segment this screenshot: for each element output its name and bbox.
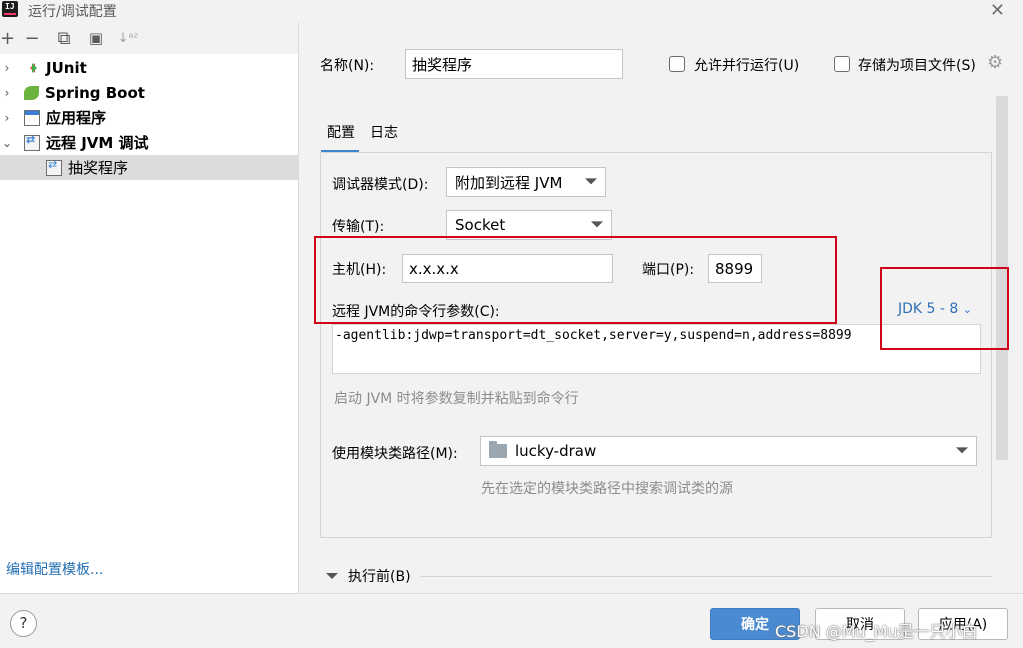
chevron-right-icon[interactable]: › (0, 111, 14, 125)
tab-logs[interactable]: 日志 (370, 122, 398, 142)
remove-icon[interactable]: − (16, 24, 48, 52)
module-classpath-select[interactable]: lucky-draw (480, 436, 977, 466)
application-icon (24, 109, 40, 126)
junit-icon (24, 60, 40, 76)
dialog-footer: ? 确定 取消 应用(A) CSDN @Mu_Mu是一只小白 (0, 593, 1023, 648)
debugger-mode-value: 附加到远程 JVM (455, 173, 563, 192)
chevron-down-icon (585, 178, 597, 190)
allow-parallel-label: 允许并行运行(U) (694, 58, 800, 74)
allow-parallel-checkbox[interactable] (669, 56, 685, 72)
config-editor: 名称(N): 抽奖程序 允许并行运行(U) 存储为项目文件(S) ⚙ 配置 日志… (300, 22, 1023, 593)
remote-debug-icon (24, 133, 40, 151)
module-classpath-value: lucky-draw (515, 442, 597, 460)
divider (420, 576, 992, 577)
tree-item-spring-boot[interactable]: › Spring Boot (0, 80, 298, 105)
chevron-right-icon[interactable]: › (0, 86, 14, 100)
tree-item-junit[interactable]: › JUnit (0, 55, 298, 80)
module-folder-icon (489, 441, 507, 458)
name-input[interactable]: 抽奖程序 (405, 49, 623, 79)
debugger-mode-label: 调试器模式(D): (332, 177, 429, 193)
chevron-right-icon[interactable]: › (0, 61, 14, 75)
store-as-project-file-label: 存储为项目文件(S) (858, 58, 976, 74)
highlight-box-host-port (314, 236, 837, 324)
before-launch-label: 执行前(B) (348, 569, 411, 585)
watermark: CSDN @Mu_Mu是一只小白 (775, 622, 978, 641)
before-launch-section[interactable]: 执行前(B) (326, 566, 411, 586)
transport-label: 传输(T): (332, 219, 385, 235)
transport-value: Socket (455, 216, 506, 234)
module-classpath-hint: 先在选定的模块类路径中搜索调试类的源 (481, 481, 733, 497)
add-icon[interactable]: + (0, 24, 16, 52)
window-title: 运行/调试配置 (28, 4, 117, 20)
debugger-mode-select[interactable]: 附加到远程 JVM (446, 167, 606, 197)
store-as-project-file-checkbox[interactable] (834, 56, 850, 72)
sort-icon[interactable]: ↓ᵃᶻ (112, 24, 144, 52)
tree-item-lottery-program[interactable]: 抽奖程序 (0, 155, 298, 180)
tree-item-application[interactable]: › 应用程序 (0, 105, 298, 130)
module-classpath-label: 使用模块类路径(M): (332, 446, 458, 462)
close-icon[interactable]: ✕ (990, 0, 1005, 21)
tree-item-label: 抽奖程序 (68, 159, 129, 177)
intellij-logo-icon: IJ (2, 1, 18, 17)
tab-configuration[interactable]: 配置 (321, 122, 359, 153)
chevron-down-icon (956, 447, 968, 459)
remote-debug-icon (46, 158, 62, 176)
chevron-down-icon[interactable]: ⌄ (0, 136, 14, 150)
tree-item-label: JUnit (46, 58, 87, 77)
sidebar-toolbar: + − ⧉ ▣ ↓ᵃᶻ (0, 22, 298, 54)
tree-item-label: 应用程序 (46, 109, 107, 127)
tree-item-label: 远程 JVM 调试 (46, 134, 149, 152)
folder-add-icon[interactable]: ▣ (80, 24, 112, 52)
highlight-box-jdk (880, 267, 1009, 350)
chevron-down-icon (591, 221, 603, 233)
gear-icon[interactable]: ⚙ (987, 52, 1003, 73)
tree-item-label: Spring Boot (45, 83, 145, 102)
title-bar: IJ 运行/调试配置 ✕ (0, 0, 1023, 22)
chevron-down-icon (326, 573, 338, 585)
copy-icon[interactable]: ⧉ (48, 24, 80, 52)
help-button[interactable]: ? (10, 610, 37, 637)
spring-boot-icon (24, 85, 39, 100)
edit-templates-link[interactable]: 编辑配置模板... (6, 559, 103, 579)
config-sidebar: + − ⧉ ▣ ↓ᵃᶻ › JUnit › Spring Boot › 应用程序… (0, 22, 299, 593)
tree-item-remote-jvm-debug[interactable]: ⌄ 远程 JVM 调试 (0, 130, 298, 155)
cmd-args-hint: 启动 JVM 时将参数复制并粘贴到命令行 (334, 391, 579, 407)
name-label: 名称(N): (320, 58, 375, 74)
